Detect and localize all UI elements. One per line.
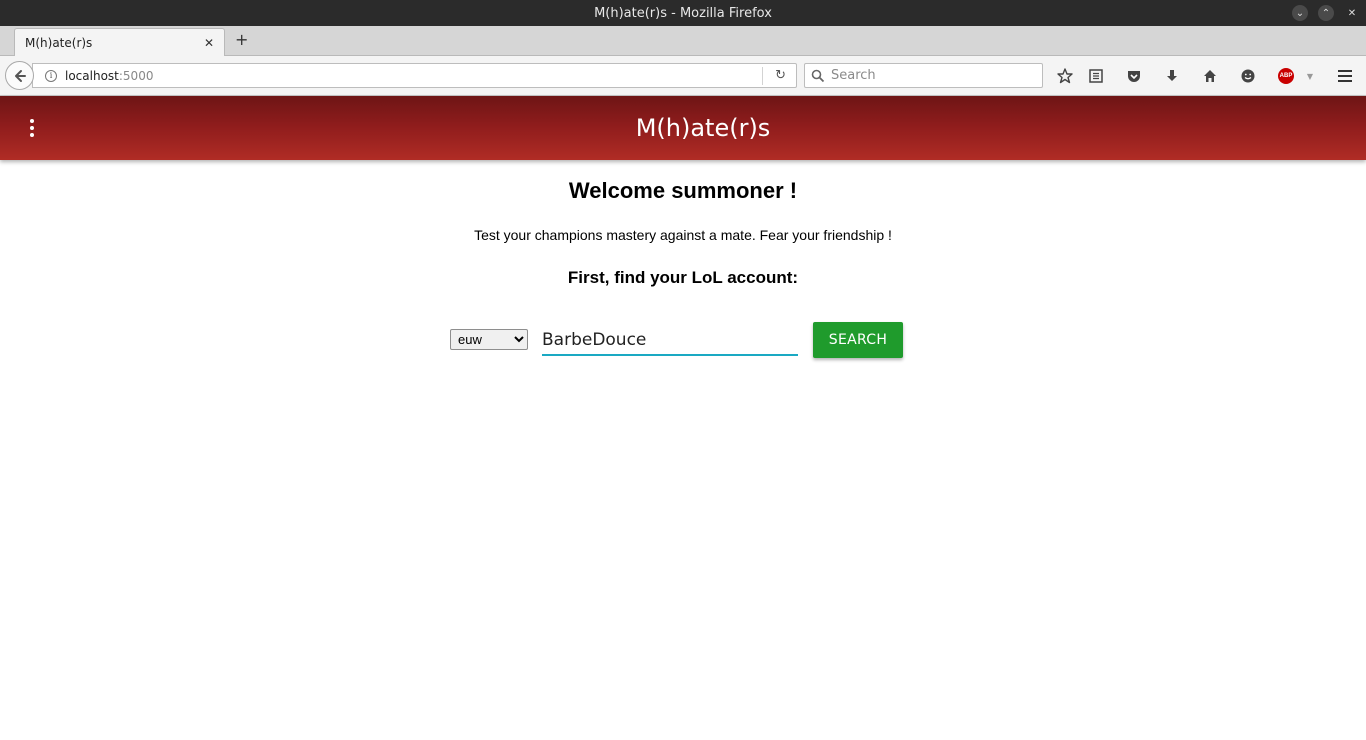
tab-label: M(h)ate(r)s xyxy=(25,35,93,50)
tab-active[interactable]: M(h)ate(r)s ✕ xyxy=(14,28,225,56)
bookmarks-menu-icon[interactable] xyxy=(1086,66,1106,86)
search-input[interactable] xyxy=(831,68,1031,83)
summoner-name-input[interactable] xyxy=(542,326,798,356)
chat-icon[interactable] xyxy=(1238,66,1258,86)
bookmark-star-icon[interactable] xyxy=(1055,66,1075,86)
pocket-icon[interactable] xyxy=(1124,66,1144,86)
tab-close-icon[interactable]: ✕ xyxy=(204,36,214,50)
region-select[interactable]: euw xyxy=(450,329,528,350)
tagline-text: Test your champions mastery against a ma… xyxy=(474,227,892,243)
window-title: M(h)ate(r)s - Mozilla Firefox xyxy=(594,5,772,21)
url-port: :5000 xyxy=(118,68,154,83)
search-bar[interactable] xyxy=(804,63,1043,88)
adblock-dropdown-icon[interactable]: ▼ xyxy=(1300,66,1320,86)
search-icon xyxy=(811,69,825,82)
url-separator xyxy=(762,67,763,85)
app-header: M(h)ate(r)s xyxy=(0,96,1366,160)
url-host: localhost xyxy=(65,68,119,83)
tab-strip: M(h)ate(r)s ✕ + xyxy=(0,26,1366,56)
back-button[interactable] xyxy=(5,61,34,90)
window-controls: ⌄ ⌃ ✕ xyxy=(1292,5,1360,21)
minimize-icon[interactable]: ⌄ xyxy=(1292,5,1308,21)
search-button[interactable]: SEARCH xyxy=(813,322,903,358)
reload-icon[interactable]: ↻ xyxy=(775,68,786,83)
app-title: M(h)ate(r)s xyxy=(635,114,771,142)
adblock-icon[interactable]: ABP xyxy=(1276,66,1296,86)
download-icon[interactable] xyxy=(1162,66,1182,86)
home-icon[interactable] xyxy=(1200,66,1220,86)
window-titlebar: M(h)ate(r)s - Mozilla Firefox ⌄ ⌃ ✕ xyxy=(0,0,1366,26)
info-icon[interactable]: i xyxy=(45,69,57,82)
hamburger-menu-icon[interactable] xyxy=(1335,66,1355,86)
new-tab-icon[interactable]: + xyxy=(235,32,248,48)
welcome-heading: Welcome summoner ! xyxy=(568,178,798,203)
maximize-icon[interactable]: ⌃ xyxy=(1318,5,1334,21)
url-bar[interactable]: i localhost:5000 ↻ xyxy=(32,63,797,88)
back-arrow-icon xyxy=(14,69,26,82)
find-account-heading: First, find your LoL account: xyxy=(567,268,799,287)
navigation-toolbar: i localhost:5000 ↻ ABP ▼ xyxy=(0,56,1366,96)
close-window-icon[interactable]: ✕ xyxy=(1344,5,1360,21)
